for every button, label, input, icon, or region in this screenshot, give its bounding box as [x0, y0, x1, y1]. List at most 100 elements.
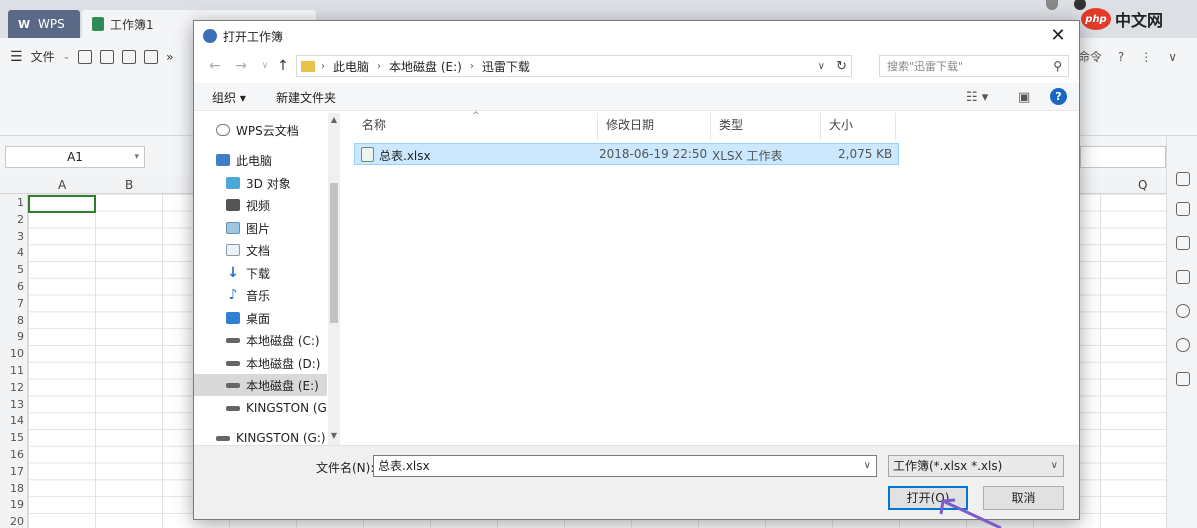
view-options-icon[interactable]: ☷ ▾	[966, 90, 988, 105]
nav-pane-scrollbar[interactable]: ▲ ▼	[328, 113, 340, 445]
nav-item-drive-c[interactable]: 本地磁盘 (C:)	[194, 329, 327, 351]
forward-arrow-icon[interactable]: →	[232, 57, 250, 75]
row-header[interactable]: 7	[0, 297, 24, 310]
row-header[interactable]: 10	[0, 347, 24, 360]
help-circle-icon[interactable]	[1176, 338, 1190, 352]
column-header-b[interactable]: B	[125, 178, 133, 192]
more-options-button[interactable]: ⋮	[1140, 50, 1152, 64]
usb-drive-icon	[226, 405, 240, 411]
print-icon[interactable]	[122, 49, 137, 64]
formula-input[interactable]	[1080, 146, 1166, 168]
row-header[interactable]: 4	[0, 246, 24, 259]
scroll-up-icon[interactable]: ▲	[328, 115, 340, 124]
nav-item-3d-objects[interactable]: 3D 对象	[194, 172, 327, 194]
shapes-icon[interactable]	[1176, 202, 1190, 216]
row-header[interactable]: 3	[0, 230, 24, 243]
row-header[interactable]: 14	[0, 414, 24, 427]
chevron-down-icon[interactable]: ▾	[134, 152, 139, 162]
nav-item-kingston-g-root[interactable]: KINGSTON (G:)	[194, 427, 327, 445]
breadcrumb-separator-icon[interactable]: ›	[470, 61, 474, 72]
row-header[interactable]: 13	[0, 398, 24, 411]
breadcrumb-this-pc[interactable]: 此电脑	[333, 58, 369, 75]
row-header[interactable]: 2	[0, 213, 24, 226]
nav-item-kingston-g[interactable]: KINGSTON (G:)	[194, 397, 336, 419]
preview-pane-icon[interactable]: ▣	[1018, 90, 1030, 105]
chevron-down-icon[interactable]: ∨	[1051, 456, 1058, 476]
scroll-down-icon[interactable]: ▼	[328, 431, 340, 440]
row-header[interactable]: 15	[0, 431, 24, 444]
apps-grid-icon[interactable]	[1176, 372, 1190, 386]
format-icon[interactable]	[1176, 236, 1190, 250]
close-icon[interactable]: ✕	[1047, 25, 1069, 47]
column-header-q[interactable]: Q	[1138, 178, 1147, 192]
dialog-title-bar: 打开工作簿 ✕	[194, 21, 1079, 51]
desktop-icon	[226, 312, 240, 324]
up-arrow-icon[interactable]: ↑	[274, 57, 292, 75]
row-header[interactable]: 9	[0, 330, 24, 343]
row-header[interactable]: 20	[0, 515, 24, 528]
file-type-filter[interactable]: 工作簿(*.xlsx *.xls) ∨	[888, 455, 1064, 477]
filename-field[interactable]: 总表.xlsx ∨	[373, 455, 877, 477]
row-header[interactable]: 8	[0, 314, 24, 327]
breadcrumb-thunder-downloads[interactable]: 迅雷下载	[482, 58, 530, 75]
nav-item-label: 本地磁盘 (D:)	[246, 356, 321, 371]
back-arrow-icon[interactable]: ←	[206, 57, 224, 75]
help-icon[interactable]: ?	[1050, 88, 1067, 105]
nav-item-desktop[interactable]: 桌面	[194, 307, 327, 329]
row-header[interactable]: 6	[0, 280, 24, 293]
chevron-down-icon[interactable]: ∨	[864, 456, 871, 476]
active-cell-a1[interactable]	[28, 195, 96, 213]
window-control-icon[interactable]	[1046, 0, 1058, 10]
tab-wps-home[interactable]: W WPS	[8, 10, 80, 38]
row-header[interactable]: 18	[0, 482, 24, 495]
nav-item-music[interactable]: ♪ 音乐	[194, 284, 327, 306]
row-header[interactable]: 19	[0, 498, 24, 511]
save-icon[interactable]	[100, 49, 115, 64]
file-row-selected[interactable]: 总表.xlsx 2018-06-19 22:50 XLSX 工作表 2,075 …	[354, 143, 899, 165]
tab-workbook1-label: 工作簿1	[110, 17, 154, 32]
address-bar[interactable]: › 此电脑 › 本地磁盘 (E:) › 迅雷下载 ∨ ↻	[296, 55, 852, 77]
refresh-icon[interactable]: ↻	[836, 59, 847, 74]
search-input[interactable]: 搜索"迅雷下载" ⚲	[879, 55, 1069, 77]
row-header[interactable]: 1	[0, 196, 24, 209]
row-header[interactable]: 5	[0, 263, 24, 276]
file-menu-chevron-icon[interactable]: ⌄	[63, 52, 71, 62]
help-button[interactable]: ?	[1118, 50, 1124, 64]
nav-item-this-pc[interactable]: 此电脑	[194, 149, 327, 171]
row-header[interactable]: 12	[0, 381, 24, 394]
organize-button[interactable]: 组织 ▾	[212, 89, 246, 106]
nav-item-drive-d[interactable]: 本地磁盘 (D:)	[194, 352, 327, 374]
column-header-modified[interactable]: 修改日期	[598, 113, 711, 140]
column-header-a[interactable]: A	[58, 178, 66, 192]
column-header-type[interactable]: 类型	[711, 113, 821, 140]
history-icon[interactable]	[1176, 304, 1190, 318]
column-header-size[interactable]: 大小	[821, 113, 896, 140]
open-folder-icon[interactable]	[78, 49, 93, 64]
nav-item-documents[interactable]: 文档	[194, 239, 327, 261]
address-dropdown-chevron-icon[interactable]: ∨	[818, 61, 825, 72]
recent-locations-chevron-icon[interactable]: ∨	[256, 57, 274, 75]
breadcrumb-separator-icon[interactable]: ›	[377, 61, 381, 72]
print-preview-icon[interactable]	[144, 49, 159, 64]
nav-item-downloads[interactable]: ↓ 下载	[194, 262, 327, 284]
column-header-name[interactable]: 名称	[354, 113, 598, 140]
new-folder-button[interactable]: 新建文件夹	[276, 89, 336, 106]
row-header[interactable]: 16	[0, 448, 24, 461]
breadcrumb-separator-icon[interactable]: ›	[321, 61, 325, 72]
file-menu[interactable]: 文件	[31, 48, 55, 65]
hamburger-menu-icon[interactable]: ☰	[10, 49, 23, 65]
name-box[interactable]: A1 ▾	[5, 146, 145, 168]
nav-item-pictures[interactable]: 图片	[194, 217, 327, 239]
row-header[interactable]: 17	[0, 465, 24, 478]
more-tools-button[interactable]: »	[166, 50, 173, 64]
search-icon[interactable]: ⚲	[1053, 59, 1062, 73]
collapse-ribbon-button[interactable]: ∨	[1168, 50, 1177, 64]
scrollbar-thumb[interactable]	[330, 183, 338, 323]
breadcrumb-drive-e[interactable]: 本地磁盘 (E:)	[389, 58, 462, 75]
nav-item-videos[interactable]: 视频	[194, 194, 327, 216]
row-header[interactable]: 11	[0, 364, 24, 377]
nav-item-wps-cloud[interactable]: WPS云文档	[194, 119, 327, 141]
table-style-icon[interactable]	[1176, 270, 1190, 284]
select-tool-icon[interactable]	[1176, 172, 1190, 186]
nav-item-drive-e[interactable]: 本地磁盘 (E:)	[194, 374, 327, 396]
